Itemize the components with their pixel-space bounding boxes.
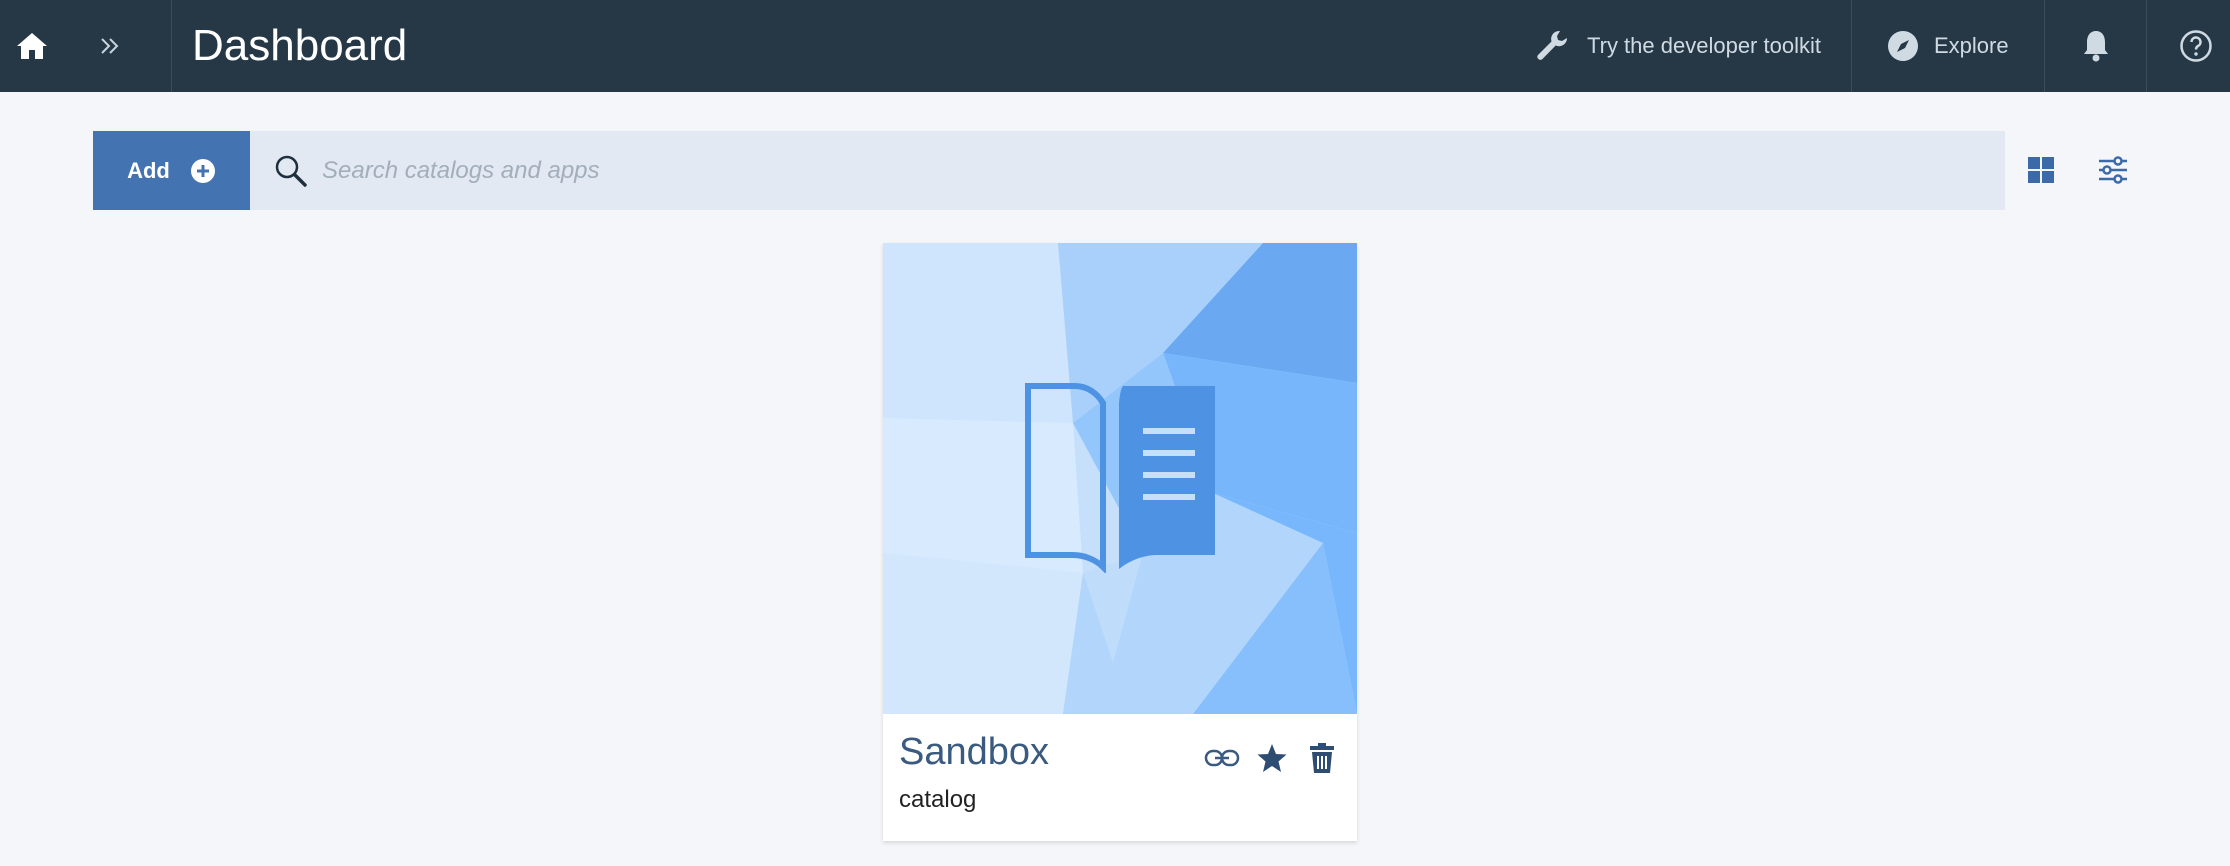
header-divider (171, 0, 172, 92)
search-icon (275, 155, 307, 187)
header-divider (1851, 0, 1852, 92)
wrench-icon (1537, 31, 1568, 60)
card-artwork (883, 243, 1357, 714)
compass-icon (1888, 31, 1918, 61)
filter-button[interactable] (2093, 150, 2133, 190)
card-title: Sandbox (899, 731, 1050, 773)
favorite-button[interactable] (1253, 739, 1291, 777)
catalog-card[interactable]: Sandbox catalog (883, 243, 1357, 841)
grid-view-button[interactable] (2021, 150, 2061, 190)
header-divider (2044, 0, 2045, 92)
notifications-button[interactable] (2060, 0, 2132, 92)
add-button[interactable]: Add (93, 131, 250, 210)
sliders-icon (2099, 156, 2127, 184)
search-input[interactable] (322, 156, 1922, 185)
trash-icon (1310, 743, 1334, 773)
explore-link[interactable]: Explore (1886, 0, 2009, 92)
copy-link-button[interactable] (1203, 739, 1241, 777)
bell-icon (2084, 31, 2108, 62)
expand-nav-button[interactable] (80, 0, 140, 92)
double-chevron-right-icon (101, 38, 119, 54)
card-subtitle: catalog (899, 786, 977, 813)
star-icon (1257, 744, 1287, 772)
help-icon (2180, 30, 2212, 62)
header-divider (2146, 0, 2147, 92)
grid-view-icon (2028, 157, 2054, 183)
page-title: Dashboard (192, 21, 408, 70)
delete-button[interactable] (1303, 739, 1341, 777)
search-bar (250, 131, 2005, 210)
explore-label: Explore (1934, 33, 2009, 58)
home-icon (17, 33, 47, 59)
home-button[interactable] (0, 0, 64, 92)
developer-toolkit-label: Try the developer toolkit (1587, 33, 1821, 58)
open-book-icon (1025, 383, 1215, 573)
card-actions (1203, 738, 1341, 778)
top-header: Dashboard Try the developer toolkit Expl… (0, 0, 2230, 92)
developer-toolkit-link[interactable]: Try the developer toolkit (1535, 0, 1821, 92)
help-button[interactable] (2160, 0, 2230, 92)
link-icon (1204, 749, 1240, 767)
plus-circle-icon (190, 158, 215, 183)
add-label: Add (127, 157, 170, 183)
